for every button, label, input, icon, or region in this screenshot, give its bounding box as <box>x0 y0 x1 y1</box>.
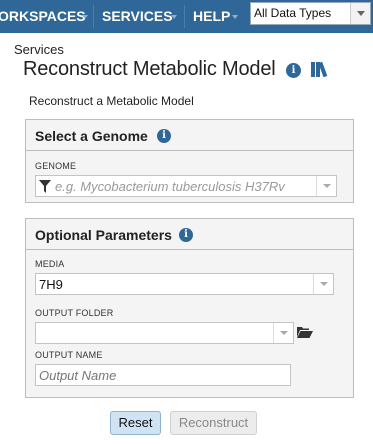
filter-icon <box>39 180 51 193</box>
media-label: MEDIA <box>35 259 65 269</box>
panel-header: Select a Genome i <box>26 120 353 151</box>
page-subtitle: Reconstruct a Metabolic Model <box>29 94 194 108</box>
info-icon[interactable]: i <box>157 129 171 143</box>
chevron-down-icon <box>320 282 328 286</box>
nav-help[interactable]: HELP <box>193 0 230 33</box>
reset-button[interactable]: Reset <box>110 411 161 435</box>
output-folder-dropdown-button[interactable] <box>273 323 293 343</box>
nav-divider <box>184 5 185 28</box>
data-type-select[interactable]: All Data Types <box>250 2 371 25</box>
breadcrumb[interactable]: Services <box>14 42 64 57</box>
output-name-input[interactable] <box>35 364 291 386</box>
data-type-dropdown-button[interactable] <box>350 3 370 24</box>
chevron-down-icon <box>171 15 177 19</box>
chevron-down-icon <box>357 11 365 16</box>
library-icon[interactable] <box>311 61 333 78</box>
output-folder-label: OUTPUT FOLDER <box>35 308 114 318</box>
panel-header: Optional Parameters i <box>26 219 353 250</box>
genome-select[interactable]: e.g. Mycobacterium tuberculosis H37Rv <box>35 175 337 197</box>
reconstruct-button[interactable]: Reconstruct <box>170 411 257 435</box>
chevron-down-icon <box>280 331 288 335</box>
chevron-down-icon <box>232 15 238 19</box>
chevron-down-icon <box>323 184 331 188</box>
genome-label: GENOME <box>35 161 77 171</box>
select-genome-panel: Select a Genome i GENOME e.g. Mycobacter… <box>25 119 354 203</box>
optional-parameters-panel: Optional Parameters i MEDIA 7H9 OUTPUT F… <box>25 218 354 398</box>
media-select[interactable]: 7H9 <box>35 273 334 295</box>
page-title: Reconstruct Metabolic Model <box>23 58 276 80</box>
folder-open-icon[interactable] <box>297 326 313 338</box>
genome-dropdown-button[interactable] <box>316 176 336 196</box>
data-type-select-value: All Data Types <box>254 6 332 20</box>
output-folder-select[interactable] <box>35 322 294 344</box>
media-value: 7H9 <box>39 277 63 292</box>
nav-workspaces[interactable]: ORKSPACES <box>0 0 86 33</box>
info-icon[interactable]: i <box>179 228 193 242</box>
top-nav-bar: ORKSPACES SERVICES HELP All Data Types <box>0 0 373 33</box>
media-dropdown-button[interactable] <box>313 274 333 294</box>
info-icon[interactable]: i <box>286 63 301 78</box>
chevron-down-icon <box>82 15 88 19</box>
panel-title: Optional Parameters <box>35 227 172 243</box>
nav-divider <box>93 5 94 28</box>
output-name-label: OUTPUT NAME <box>35 350 103 360</box>
nav-services[interactable]: SERVICES <box>102 0 173 33</box>
genome-placeholder: e.g. Mycobacterium tuberculosis H37Rv <box>55 179 285 194</box>
panel-title: Select a Genome <box>35 128 148 144</box>
